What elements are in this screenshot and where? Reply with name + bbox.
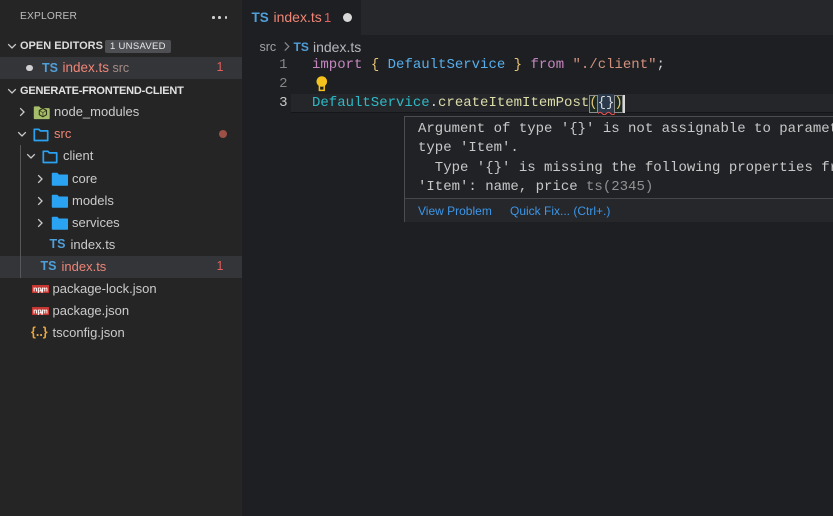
svg-text:npm: npm — [33, 308, 48, 315]
svg-text:npm: npm — [33, 286, 48, 293]
